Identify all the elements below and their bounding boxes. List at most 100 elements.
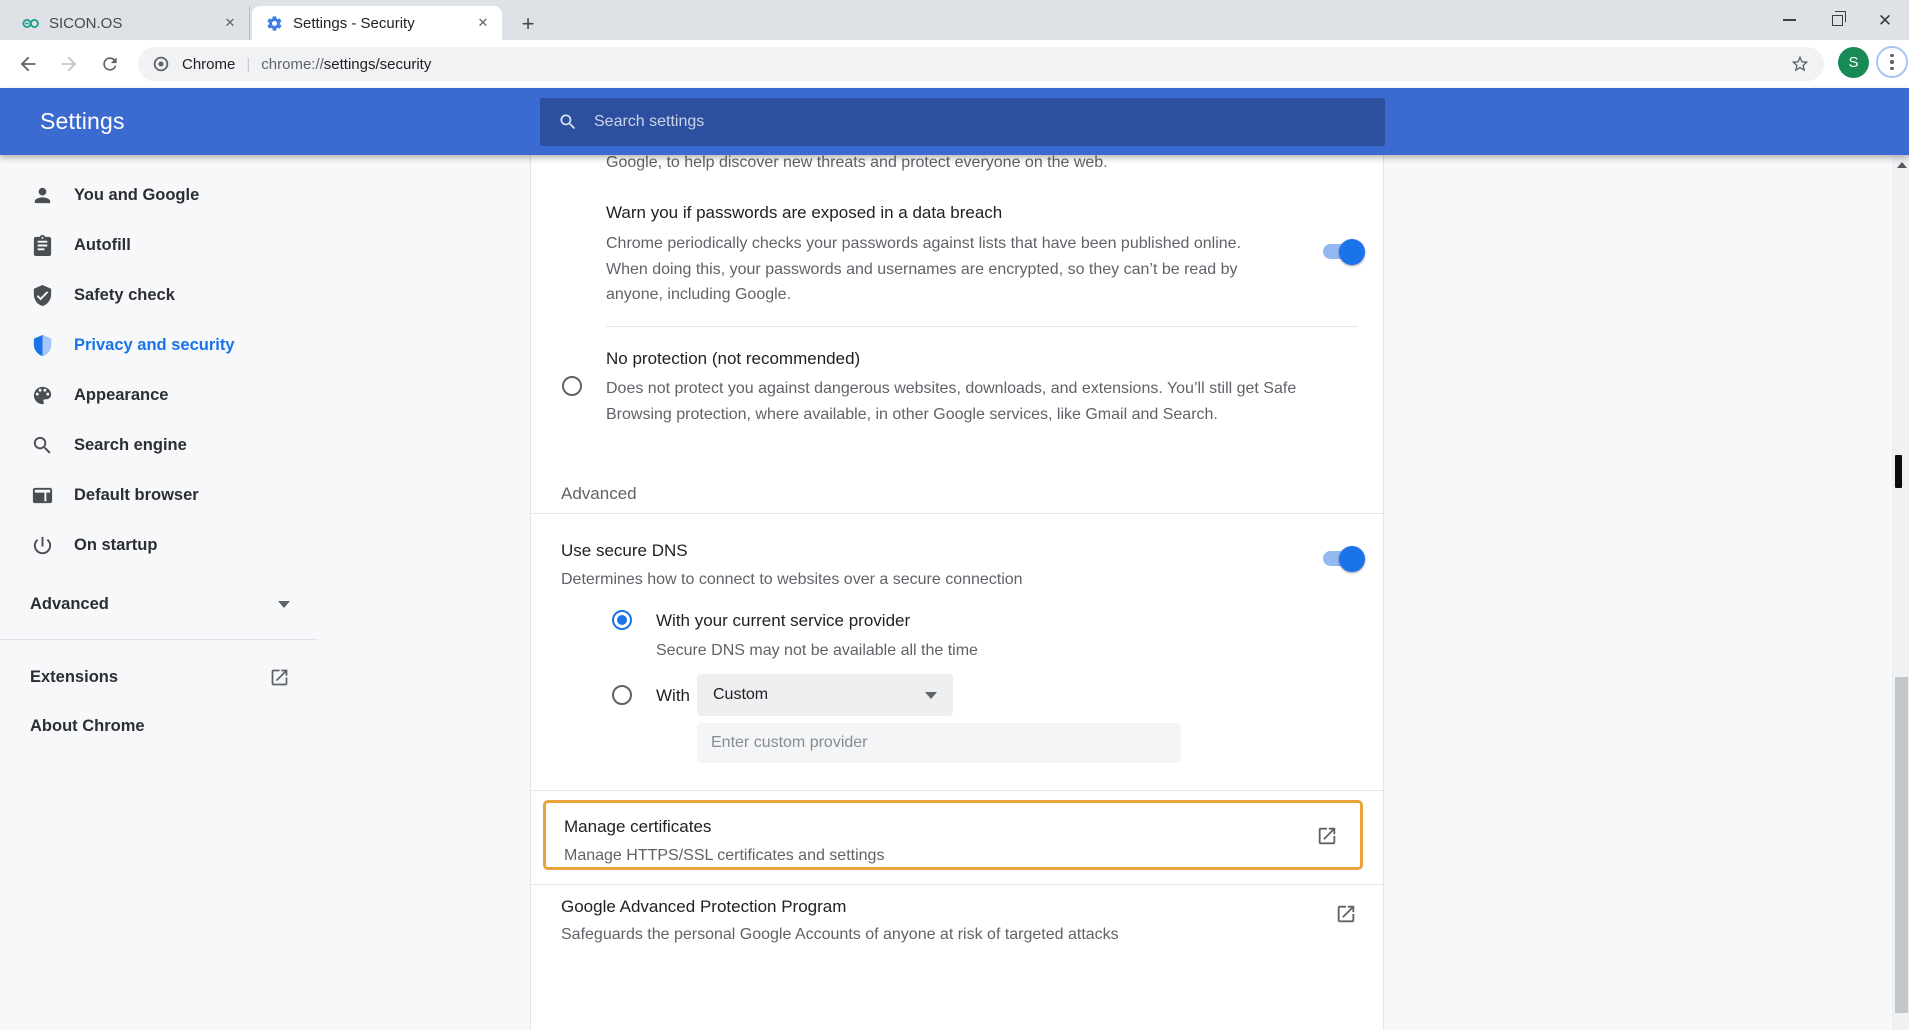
- settings-sidebar: You and Google Autofill Safety check Pri…: [0, 155, 330, 1030]
- section-divider: [531, 513, 1384, 514]
- secure-dns-title: Use secure DNS: [561, 541, 688, 561]
- manage-certificates-description: Manage HTTPS/SSL certificates and settin…: [564, 843, 884, 869]
- password-breach-toggle[interactable]: [1323, 239, 1365, 265]
- sidebar-about-label: About Chrome: [30, 717, 145, 736]
- secure-dns-toggle[interactable]: [1323, 546, 1365, 572]
- row-divider: [531, 790, 1384, 791]
- privacy-shield-icon: [31, 334, 54, 357]
- close-icon[interactable]: ✕: [1861, 0, 1909, 40]
- sidebar-item-on-startup[interactable]: On startup: [0, 520, 318, 570]
- page-title: Settings: [40, 108, 125, 135]
- advanced-protection-row[interactable]: Google Advanced Protection Program Safeg…: [531, 884, 1384, 979]
- password-breach-title: Warn you if passwords are exposed in a d…: [606, 203, 1002, 223]
- minimize-icon[interactable]: [1765, 0, 1813, 40]
- custom-provider-input[interactable]: [697, 723, 1181, 763]
- sidebar-item-about-chrome[interactable]: About Chrome: [0, 701, 318, 751]
- sidebar-item-appearance[interactable]: Appearance: [0, 370, 318, 420]
- person-icon: [31, 184, 54, 207]
- restore-icon[interactable]: [1813, 0, 1861, 40]
- browser-menu-icon[interactable]: [1876, 46, 1908, 78]
- sidebar-item-default-browser[interactable]: Default browser: [0, 470, 318, 520]
- no-protection-radio[interactable]: [562, 376, 582, 396]
- security-settings-card: Google, to help discover new threats and…: [530, 155, 1384, 1030]
- no-protection-description: Does not protect you against dangerous w…: [606, 376, 1321, 427]
- sidebar-item-label: Appearance: [74, 386, 168, 405]
- browser-toolbar: Chrome | chrome://settings/security S: [0, 40, 1909, 88]
- sidebar-item-safety-check[interactable]: Safety check: [0, 270, 318, 320]
- power-icon: [31, 534, 54, 557]
- url-bar[interactable]: Chrome | chrome://settings/security: [138, 47, 1824, 81]
- appearance-icon: [31, 384, 54, 407]
- url-scheme: chrome://: [261, 56, 324, 73]
- forward-icon[interactable]: [52, 47, 86, 81]
- dns-provider-selected-value: Custom: [713, 686, 768, 704]
- scrollbar-thumb[interactable]: [1895, 677, 1908, 1013]
- autofill-icon: [31, 234, 54, 257]
- sidebar-item-autofill[interactable]: Autofill: [0, 220, 318, 270]
- avatar[interactable]: S: [1838, 47, 1869, 78]
- manage-certificates-title: Manage certificates: [564, 817, 711, 837]
- tab-strip: SICON.OS ✕ Settings - Security ✕ + ✕: [0, 0, 1909, 40]
- url-separator: |: [246, 56, 250, 73]
- close-tab-icon[interactable]: ✕: [221, 14, 239, 32]
- tab-title: Settings - Security: [293, 15, 464, 32]
- sidebar-item-label: You and Google: [74, 186, 199, 205]
- dns-current-provider-title: With your current service provider: [656, 611, 910, 631]
- tab-title: SICON.OS: [49, 15, 211, 32]
- default-browser-icon: [31, 484, 54, 507]
- sidebar-item-label: On startup: [74, 536, 157, 555]
- manage-certificates-row[interactable]: Manage certificates Manage HTTPS/SSL cer…: [543, 800, 1363, 870]
- external-link-icon: [1335, 903, 1357, 925]
- url-host: Chrome: [182, 56, 235, 73]
- external-link-icon: [1316, 825, 1338, 847]
- dns-custom-label: With: [656, 686, 690, 706]
- row-divider: [606, 326, 1358, 327]
- new-tab-button[interactable]: +: [514, 10, 542, 38]
- window-controls: ✕: [1765, 0, 1909, 40]
- advanced-protection-description: Safeguards the personal Google Accounts …: [561, 922, 1119, 948]
- bookmark-star-icon[interactable]: [1790, 54, 1810, 74]
- settings-page: You and Google Autofill Safety check Pri…: [0, 155, 1909, 1030]
- settings-search[interactable]: [540, 98, 1385, 146]
- secure-dns-description: Determines how to connect to websites ov…: [561, 567, 1023, 593]
- scroll-up-arrow-icon[interactable]: [1897, 162, 1907, 168]
- sidebar-advanced-toggle[interactable]: Advanced: [0, 580, 318, 628]
- sidebar-item-label: Privacy and security: [74, 336, 235, 355]
- safety-check-icon: [31, 284, 54, 307]
- sicon-logo-icon: [22, 15, 39, 32]
- advanced-section-label: Advanced: [561, 484, 637, 504]
- sidebar-item-extensions[interactable]: Extensions: [0, 653, 318, 701]
- sidebar-item-search-engine[interactable]: Search engine: [0, 420, 318, 470]
- dns-custom-radio[interactable]: [612, 685, 632, 705]
- clipped-text-line: Google, to help discover new threats and…: [606, 155, 1108, 176]
- sidebar-item-privacy-and-security[interactable]: Privacy and security: [0, 320, 318, 370]
- page-info-icon[interactable]: [152, 55, 170, 73]
- sidebar-extensions-label: Extensions: [30, 668, 118, 687]
- url-path: settings/security: [324, 56, 432, 73]
- settings-header: Settings: [0, 88, 1909, 155]
- back-icon[interactable]: [11, 47, 45, 81]
- reload-icon[interactable]: [93, 47, 127, 81]
- settings-search-input[interactable]: [594, 113, 1194, 131]
- settings-gear-icon: [266, 15, 283, 32]
- external-link-icon: [269, 667, 290, 688]
- mouse-cursor: [1895, 455, 1902, 488]
- page-scrollbar[interactable]: [1892, 155, 1909, 1030]
- no-protection-title: No protection (not recommended): [606, 349, 860, 369]
- tab-settings-security[interactable]: Settings - Security ✕: [252, 6, 502, 40]
- password-breach-description: Chrome periodically checks your password…: [606, 231, 1278, 308]
- chevron-down-icon: [278, 601, 290, 608]
- sidebar-item-label: Safety check: [74, 286, 175, 305]
- sidebar-item-you-and-google[interactable]: You and Google: [0, 170, 318, 220]
- select-arrow-icon: [925, 692, 937, 699]
- sidebar-divider: [0, 639, 318, 640]
- close-tab-icon[interactable]: ✕: [474, 14, 492, 32]
- sidebar-item-label: Autofill: [74, 236, 131, 255]
- sidebar-item-label: Search engine: [74, 436, 187, 455]
- search-engine-icon: [31, 434, 54, 457]
- sidebar-advanced-label: Advanced: [30, 595, 109, 614]
- dns-provider-select[interactable]: Custom: [697, 674, 953, 716]
- dns-current-provider-radio[interactable]: [612, 610, 632, 630]
- dns-current-provider-description: Secure DNS may not be available all the …: [656, 638, 978, 664]
- tab-sicon-os[interactable]: SICON.OS ✕: [8, 6, 250, 40]
